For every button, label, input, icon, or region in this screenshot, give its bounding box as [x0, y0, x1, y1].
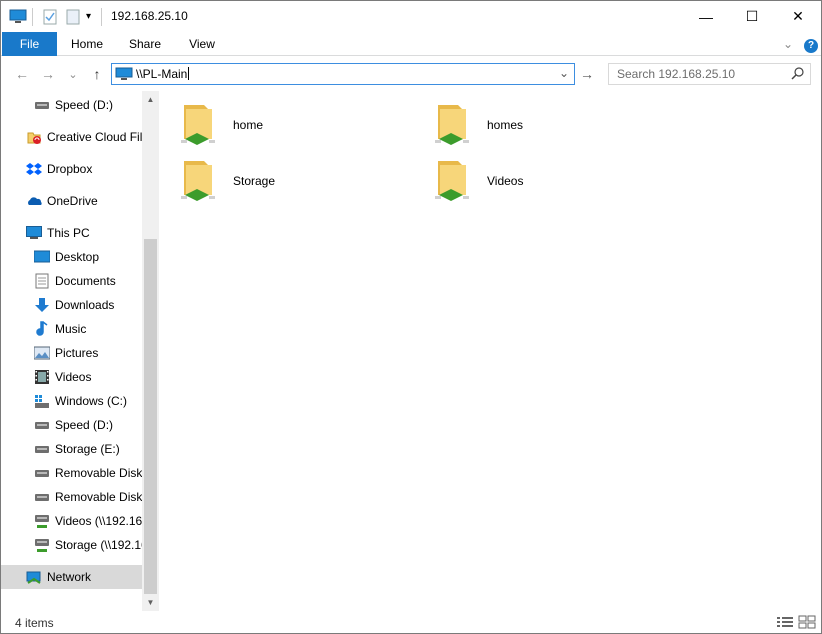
quick-access-separator	[32, 1, 34, 32]
address-value: \\PL-Main	[136, 67, 188, 81]
address-bar[interactable]: \\PL-Main ⌄	[111, 63, 575, 85]
drive-icon	[34, 465, 50, 481]
checkmark-document-icon[interactable]	[43, 1, 57, 32]
scrollbar-thumb[interactable]	[144, 239, 157, 594]
dropbox-icon	[26, 161, 42, 177]
nav-item-documents[interactable]: Documents	[34, 269, 142, 293]
videos-icon	[34, 369, 50, 385]
status-bar: 4 items	[1, 611, 821, 633]
network-icon	[26, 569, 42, 585]
network-drive-icon	[34, 513, 50, 529]
creative-cloud-icon	[26, 129, 42, 145]
blank-document-icon[interactable]	[66, 1, 80, 32]
item-count: 4 items	[15, 616, 54, 630]
computer-icon[interactable]	[9, 1, 27, 32]
computer-icon	[115, 67, 133, 84]
shared-folder-icon	[179, 157, 219, 205]
windows-drive-icon	[34, 393, 50, 409]
window-title: 192.168.25.10	[111, 9, 188, 23]
nav-item-creative-cloud[interactable]: Creative Cloud Fil	[26, 125, 142, 149]
tab-share[interactable]: Share	[121, 32, 169, 56]
shared-folder-icon	[179, 101, 219, 149]
content-area: home homes Storage Videos	[159, 91, 821, 611]
navigation-pane: Speed (D:) Creative Cloud Fil Dropbox On…	[1, 91, 159, 611]
title-bar: ▾ 192.168.25.10 — ☐ ✕	[1, 1, 821, 32]
nav-item-onedrive[interactable]: OneDrive	[26, 189, 142, 213]
expand-ribbon-icon[interactable]: ⌄	[779, 32, 797, 56]
maximize-button[interactable]: ☐	[729, 1, 775, 32]
nav-item-network[interactable]: Network	[1, 565, 142, 589]
tab-home[interactable]: Home	[63, 32, 111, 56]
tab-file[interactable]: File	[2, 32, 57, 56]
nav-item-music[interactable]: Music	[34, 317, 142, 341]
downloads-icon	[34, 297, 50, 313]
computer-icon	[26, 225, 42, 241]
nav-pane-scrollbar[interactable]: ▲ ▼	[142, 91, 159, 611]
nav-item-this-pc[interactable]: This PC	[26, 221, 142, 245]
details-view-icon[interactable]	[776, 615, 794, 629]
folder-item-videos[interactable]: Videos	[433, 155, 523, 207]
nav-item-removable-disk-1[interactable]: Removable Disk	[34, 461, 142, 485]
drive-icon	[34, 489, 50, 505]
nav-item-videos-network[interactable]: Videos (\\192.16	[34, 509, 142, 533]
help-icon[interactable]: ?	[803, 32, 819, 56]
customize-toolbar-arrow[interactable]: ▾	[86, 1, 91, 32]
documents-icon	[34, 273, 50, 289]
drive-icon	[34, 417, 50, 433]
minimize-button[interactable]: —	[683, 1, 729, 32]
nav-item-storage-network[interactable]: Storage (\\192.16	[34, 533, 142, 557]
onedrive-icon	[26, 193, 42, 209]
large-icons-view-icon[interactable]	[798, 615, 816, 629]
nav-item-pictures[interactable]: Pictures	[34, 341, 142, 365]
drive-icon	[34, 441, 50, 457]
nav-item-windows-c[interactable]: Windows (C:)	[34, 389, 142, 413]
title-separator	[101, 1, 103, 32]
text-caret	[188, 67, 190, 80]
search-placeholder: Search 192.168.25.10	[617, 67, 736, 81]
folder-item-home[interactable]: home	[179, 99, 263, 151]
nav-item-storage-e[interactable]: Storage (E:)	[34, 437, 142, 461]
tab-view[interactable]: View	[178, 32, 226, 56]
nav-item-videos[interactable]: Videos	[34, 365, 142, 389]
search-icon	[791, 66, 805, 83]
nav-item-downloads[interactable]: Downloads	[34, 293, 142, 317]
scroll-down-button[interactable]: ▼	[142, 594, 159, 611]
nav-item-dropbox[interactable]: Dropbox	[26, 157, 142, 181]
forward-button[interactable]: →	[38, 65, 58, 83]
music-icon	[34, 321, 50, 337]
shared-folder-icon	[433, 157, 473, 205]
recent-locations-button[interactable]: ⌄	[63, 65, 83, 83]
shared-folder-icon	[433, 101, 473, 149]
go-button[interactable]: →	[577, 65, 597, 83]
network-drive-icon	[34, 537, 50, 553]
nav-item-removable-disk-2[interactable]: Removable Disk	[34, 485, 142, 509]
scroll-up-button[interactable]: ▲	[142, 91, 159, 108]
file-explorer-window: ▾ 192.168.25.10 — ☐ ✕ File Home Share Vi…	[0, 0, 822, 634]
folder-item-storage[interactable]: Storage	[179, 155, 275, 207]
nav-item-speed-d[interactable]: Speed (D:)	[34, 93, 142, 117]
pictures-icon	[34, 345, 51, 361]
close-button[interactable]: ✕	[775, 1, 821, 32]
desktop-icon	[34, 249, 51, 265]
navigation-bar: ← → ⌄ ↑ \\PL-Main ⌄ → Search 192.168.25.…	[1, 57, 821, 91]
up-button[interactable]: ↑	[87, 65, 107, 83]
nav-item-speed-d-2[interactable]: Speed (D:)	[34, 413, 142, 437]
ribbon-tabs: File Home Share View ⌄ ?	[1, 32, 821, 56]
address-dropdown-icon[interactable]: ⌄	[559, 66, 569, 80]
back-button[interactable]: ←	[12, 65, 32, 83]
drive-icon	[34, 97, 50, 113]
address-text[interactable]: \\PL-Main	[136, 67, 190, 81]
folder-item-homes[interactable]: homes	[433, 99, 523, 151]
nav-item-desktop[interactable]: Desktop	[34, 245, 142, 269]
search-box[interactable]: Search 192.168.25.10	[608, 63, 811, 85]
